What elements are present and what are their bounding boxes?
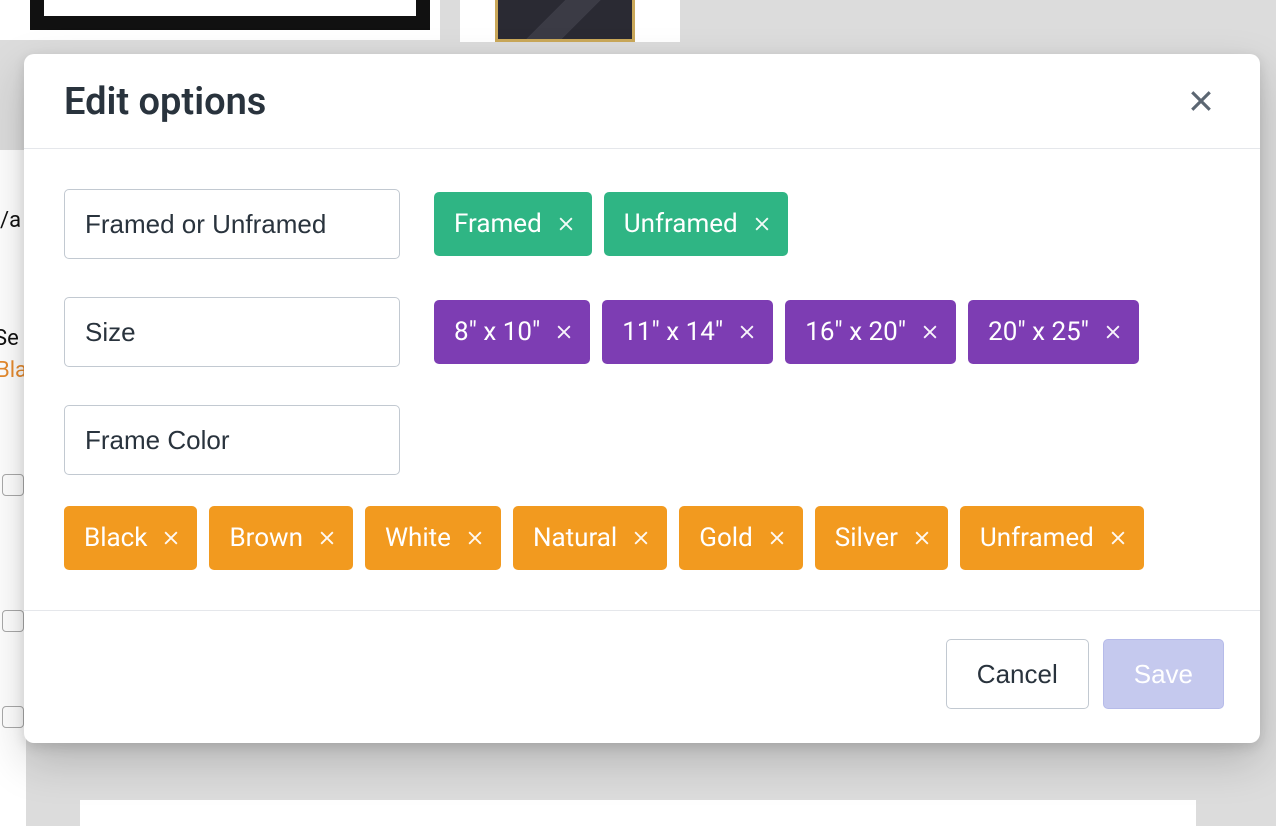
tag-label: Natural — [533, 523, 617, 553]
option-value-tag[interactable]: Framed — [434, 192, 592, 256]
save-button[interactable]: Save — [1103, 639, 1224, 709]
remove-tag-icon[interactable] — [920, 322, 940, 342]
option-value-tag[interactable]: Unframed — [604, 192, 788, 256]
tag-label: 20" x 25" — [988, 317, 1089, 347]
close-icon — [1186, 104, 1216, 119]
option-row — [64, 405, 1220, 475]
cancel-button[interactable]: Cancel — [946, 639, 1089, 709]
tag-label: Black — [84, 523, 147, 553]
dialog-footer: Cancel Save — [24, 610, 1260, 743]
bg-text-fragment: Bla — [0, 358, 26, 383]
remove-tag-icon[interactable] — [631, 528, 651, 548]
tag-label: 11" x 14" — [622, 317, 723, 347]
remove-tag-icon[interactable] — [1108, 528, 1128, 548]
remove-tag-icon[interactable] — [767, 528, 787, 548]
dialog-body: Framed Unframed 8" x 10" 11" x 14" — [24, 149, 1260, 610]
option-value-tag[interactable]: Gold — [679, 506, 803, 570]
option-value-tag[interactable]: Natural — [513, 506, 667, 570]
option-value-tag[interactable]: 20" x 25" — [968, 300, 1139, 364]
tag-label: Unframed — [980, 523, 1094, 553]
tag-label: Framed — [454, 209, 542, 239]
edit-options-dialog: Edit options Framed Unframed — [24, 54, 1260, 743]
remove-tag-icon[interactable] — [161, 528, 181, 548]
tag-label: Gold — [699, 523, 753, 553]
remove-tag-icon[interactable] — [912, 528, 932, 548]
dialog-header: Edit options — [24, 54, 1260, 149]
close-button[interactable] — [1182, 82, 1220, 123]
remove-tag-icon[interactable] — [737, 322, 757, 342]
tag-label: White — [385, 523, 451, 553]
tag-label: 16" x 20" — [805, 317, 906, 347]
remove-tag-icon[interactable] — [1103, 322, 1123, 342]
tag-label: Silver — [835, 523, 898, 553]
remove-tag-icon[interactable] — [554, 322, 574, 342]
option-value-tag[interactable]: Black — [64, 506, 197, 570]
bg-text-fragment: Se — [0, 326, 19, 351]
option-value-tag[interactable]: 8" x 10" — [434, 300, 590, 364]
option-row: 8" x 10" 11" x 14" 16" x 20" 20" x 25" — [64, 297, 1220, 367]
option-value-tag[interactable]: White — [365, 506, 501, 570]
tag-label: 8" x 10" — [454, 317, 540, 347]
remove-tag-icon[interactable] — [317, 528, 337, 548]
option-value-tag[interactable]: Brown — [209, 506, 352, 570]
option-value-tag[interactable]: 16" x 20" — [785, 300, 956, 364]
option-value-tag[interactable]: Unframed — [960, 506, 1144, 570]
option-row: Framed Unframed — [64, 189, 1220, 259]
option-values: Framed Unframed — [434, 189, 1220, 256]
bg-text-fragment: /a — [0, 208, 21, 233]
option-name-input[interactable] — [64, 189, 400, 259]
option-value-tag[interactable]: 11" x 14" — [602, 300, 773, 364]
dialog-title: Edit options — [64, 80, 266, 124]
option-name-input[interactable] — [64, 297, 400, 367]
remove-tag-icon[interactable] — [752, 214, 772, 234]
option-value-tag[interactable]: Silver — [815, 506, 948, 570]
tag-label: Unframed — [624, 209, 738, 239]
option-values: Black Brown White Natural Gold Silver — [64, 503, 1220, 570]
option-name-input[interactable] — [64, 405, 400, 475]
remove-tag-icon[interactable] — [556, 214, 576, 234]
remove-tag-icon[interactable] — [465, 528, 485, 548]
tag-label: Brown — [229, 523, 302, 553]
option-values: 8" x 10" 11" x 14" 16" x 20" 20" x 25" — [434, 297, 1220, 364]
